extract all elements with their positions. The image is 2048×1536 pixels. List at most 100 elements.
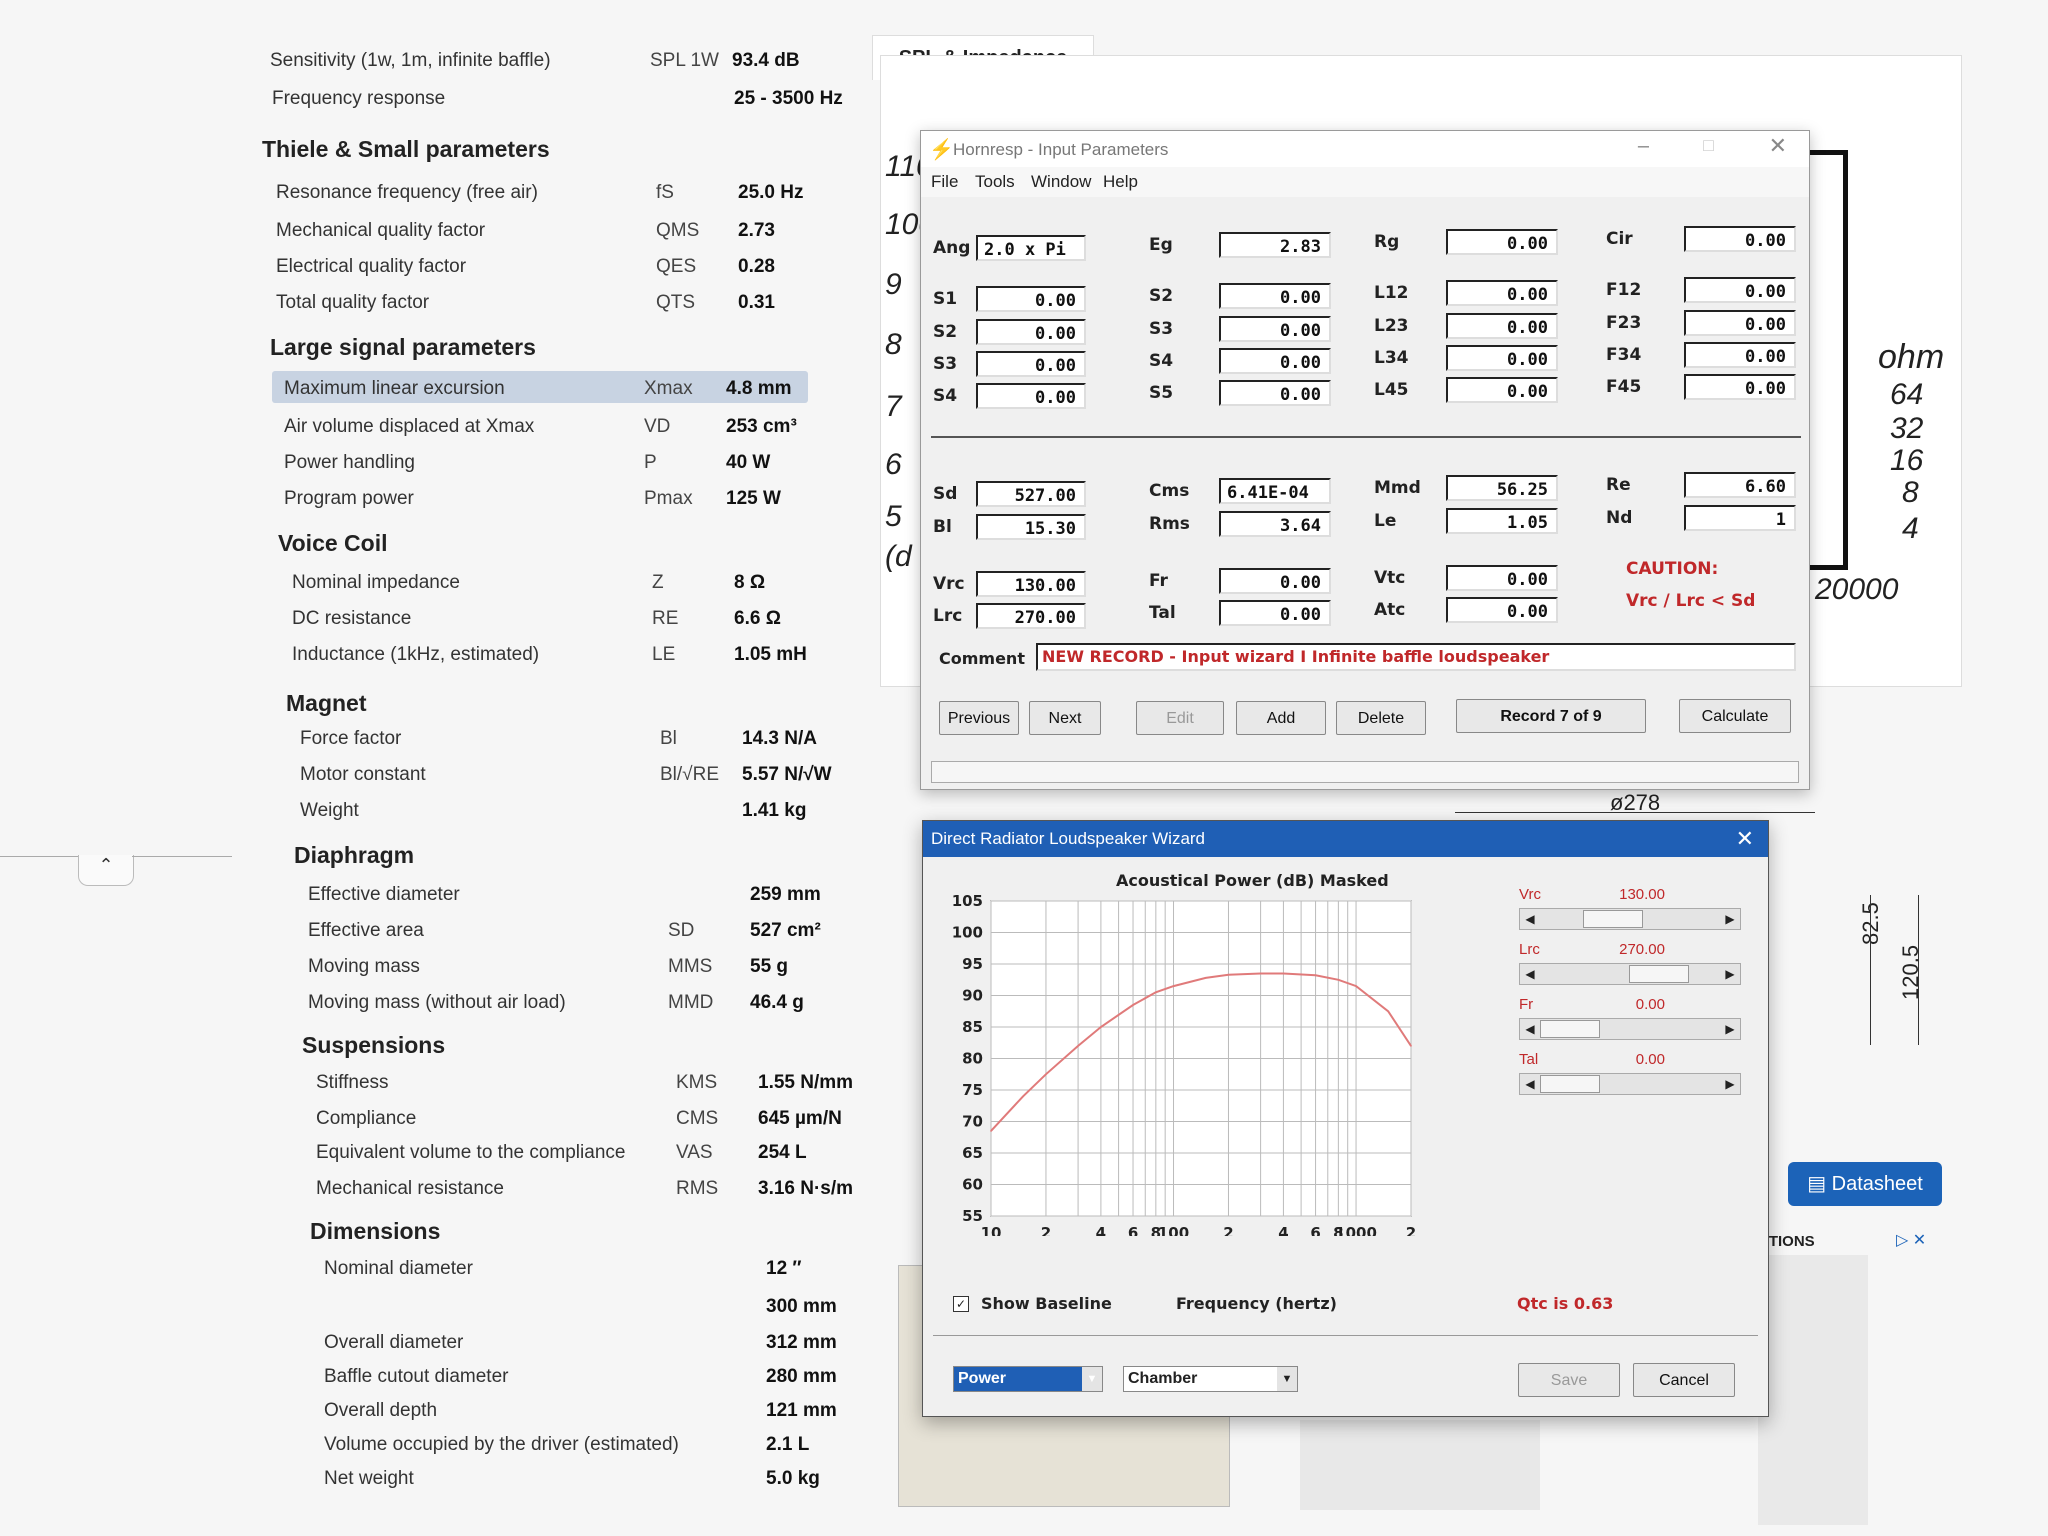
edit-button[interactable]: Edit xyxy=(1136,701,1224,735)
param-field-rg[interactable]: 0.00 xyxy=(1446,229,1558,255)
next-button[interactable]: Next xyxy=(1029,701,1101,735)
row-label: Volume occupied by the driver (estimated… xyxy=(324,1434,679,1455)
param-field-vtc[interactable]: 0.00 xyxy=(1446,565,1558,591)
param-field-s4[interactable]: 0.00 xyxy=(1219,348,1331,374)
param-field-re[interactable]: 6.60 xyxy=(1684,472,1796,498)
param-field-l12[interactable]: 0.00 xyxy=(1446,280,1558,306)
param-label: L23 xyxy=(1374,316,1409,336)
row-label: DC resistance xyxy=(292,608,412,629)
param-label: Vrc xyxy=(933,574,965,594)
scroll-left-icon[interactable]: ◀ xyxy=(1520,1074,1540,1094)
enclosure-type-select[interactable]: Chamber ▼ xyxy=(1123,1366,1298,1392)
param-field-ang[interactable]: 2.0 x Pi xyxy=(976,235,1086,261)
param-field-vrc[interactable]: 130.00 xyxy=(976,571,1086,597)
scroll-left-icon[interactable]: ◀ xyxy=(1520,1019,1540,1039)
row-symbol: QTS xyxy=(656,292,696,313)
row-symbol: Pmax xyxy=(644,488,693,509)
slider-fr[interactable]: ◀ ▶ xyxy=(1519,1018,1741,1040)
slider-thumb[interactable] xyxy=(1629,965,1690,983)
slider-tal[interactable]: ◀ ▶ xyxy=(1519,1073,1741,1095)
param-field-mmd[interactable]: 56.25 xyxy=(1446,475,1558,501)
param-field-s1[interactable]: 0.00 xyxy=(976,286,1086,312)
param-field-f34[interactable]: 0.00 xyxy=(1684,342,1796,368)
param-field-s5[interactable]: 0.00 xyxy=(1219,380,1331,406)
impedance-unit: ohm xyxy=(1878,338,1945,376)
delete-button[interactable]: Delete xyxy=(1336,701,1426,735)
data-point xyxy=(990,1130,992,1132)
row-label: Program power xyxy=(284,488,414,509)
param-field-s2[interactable]: 0.00 xyxy=(1219,283,1331,309)
spec-row: Overall depth 121 mm xyxy=(324,1400,884,1428)
collapse-toggle[interactable]: ⌃ xyxy=(78,855,134,886)
scroll-left-icon[interactable]: ◀ xyxy=(1520,964,1540,984)
param-field-bl[interactable]: 15.30 xyxy=(976,514,1086,540)
param-field-eg[interactable]: 2.83 xyxy=(1219,232,1331,258)
param-field-s2[interactable]: 0.00 xyxy=(976,319,1086,345)
maximize-icon[interactable]: □ xyxy=(1703,135,1714,156)
row-symbol: Xmax xyxy=(644,378,693,399)
param-field-fr[interactable]: 0.00 xyxy=(1219,568,1331,594)
slider-lrc[interactable]: ◀ ▶ xyxy=(1519,963,1741,985)
output-type-select[interactable]: Power ▼ xyxy=(953,1366,1103,1392)
scroll-left-icon[interactable]: ◀ xyxy=(1520,909,1540,929)
slider-thumb[interactable] xyxy=(1540,1075,1600,1093)
ad-close-icon[interactable]: ▷ ✕ xyxy=(1896,1230,1926,1250)
param-field-f12[interactable]: 0.00 xyxy=(1684,277,1796,303)
param-label: S1 xyxy=(933,289,958,309)
data-point xyxy=(1132,1004,1134,1006)
comment-field[interactable]: NEW RECORD - Input wizard I Infinite baf… xyxy=(1036,643,1796,671)
ad-thumbnail[interactable] xyxy=(1758,1255,1868,1525)
row-label: Power handling xyxy=(284,452,415,473)
row-symbol: RE xyxy=(652,608,679,629)
param-field-rms[interactable]: 3.64 xyxy=(1219,511,1331,537)
param-field-sd[interactable]: 527.00 xyxy=(976,481,1086,507)
param-field-s4[interactable]: 0.00 xyxy=(976,383,1086,409)
menu-window[interactable]: Window xyxy=(1031,172,1091,192)
x-tick-label: 6 xyxy=(1128,1224,1138,1236)
menu-bar: File Tools Window Help xyxy=(921,167,1809,197)
scroll-right-icon[interactable]: ▶ xyxy=(1720,1019,1740,1039)
left-axis-tick: (d xyxy=(885,540,912,573)
data-point xyxy=(1314,974,1317,977)
minimize-icon[interactable]: – xyxy=(1638,135,1649,158)
param-field-f23[interactable]: 0.00 xyxy=(1684,310,1796,336)
slider-vrc[interactable]: ◀ ▶ xyxy=(1519,908,1741,930)
menu-help[interactable]: Help xyxy=(1103,172,1138,192)
param-field-l23[interactable]: 0.00 xyxy=(1446,313,1558,339)
calculate-button[interactable]: Calculate xyxy=(1679,699,1791,733)
row-symbol: fS xyxy=(656,182,674,203)
param-field-lrc[interactable]: 270.00 xyxy=(976,603,1086,629)
param-field-atc[interactable]: 0.00 xyxy=(1446,597,1558,623)
save-button[interactable]: Save xyxy=(1518,1363,1620,1397)
param-field-s3[interactable]: 0.00 xyxy=(976,351,1086,377)
menu-file[interactable]: File xyxy=(931,172,958,192)
param-field-s3[interactable]: 0.00 xyxy=(1219,316,1331,342)
menu-tools[interactable]: Tools xyxy=(975,172,1015,192)
add-button[interactable]: Add xyxy=(1236,701,1326,735)
close-icon[interactable]: ✕ xyxy=(1736,821,1754,857)
param-field-f45[interactable]: 0.00 xyxy=(1684,374,1796,400)
scroll-right-icon[interactable]: ▶ xyxy=(1720,964,1740,984)
slider-thumb[interactable] xyxy=(1540,1020,1600,1038)
slider-thumb[interactable] xyxy=(1582,910,1643,928)
qtc-readout: Qtc is 0.63 xyxy=(1517,1294,1614,1313)
close-icon[interactable]: ✕ xyxy=(1769,133,1787,159)
param-field-l34[interactable]: 0.00 xyxy=(1446,345,1558,371)
param-field-l45[interactable]: 0.00 xyxy=(1446,377,1558,403)
datasheet-button[interactable]: ▤ Datasheet xyxy=(1788,1162,1942,1206)
param-field-tal[interactable]: 0.00 xyxy=(1219,600,1331,626)
param-field-cir[interactable]: 0.00 xyxy=(1684,226,1796,252)
param-field-cms[interactable]: 6.41E-04 xyxy=(1219,478,1331,504)
cancel-button[interactable]: Cancel xyxy=(1633,1363,1735,1397)
param-field-nd[interactable]: 1 xyxy=(1684,505,1796,531)
data-point xyxy=(1077,1045,1079,1047)
previous-button[interactable]: Previous xyxy=(939,701,1019,735)
param-label: Bl xyxy=(933,517,952,537)
param-label: Tal xyxy=(1149,603,1176,623)
param-label: Rms xyxy=(1149,514,1190,534)
scroll-right-icon[interactable]: ▶ xyxy=(1720,909,1740,929)
section-header: Large signal parameters xyxy=(270,334,536,360)
show-baseline-checkbox[interactable]: ✓ xyxy=(953,1296,969,1312)
param-field-le[interactable]: 1.05 xyxy=(1446,508,1558,534)
scroll-right-icon[interactable]: ▶ xyxy=(1720,1074,1740,1094)
